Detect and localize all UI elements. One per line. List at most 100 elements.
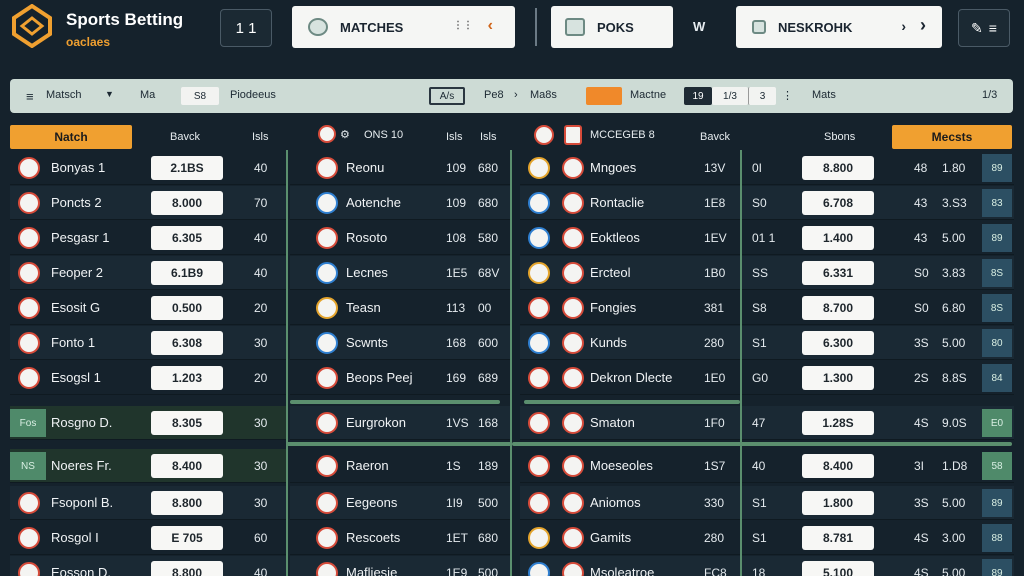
team-row[interactable]: Rontaclie 1E8 [520,186,740,220]
market-row[interactable]: SS 6.331 S0 3.83 8S [742,256,1014,290]
odds-button[interactable]: 0.500 [151,296,223,320]
chevron-right-icon[interactable]: › [901,18,906,34]
market-tag[interactable]: 89 [982,224,1012,252]
odds-button[interactable]: 8.400 [802,454,874,478]
market-row[interactable]: 47 1.28S 4S 9.0S E0 [742,406,1014,440]
match-row[interactable]: Fonto 1 6.308 30 [10,326,286,360]
edit-menu-button[interactable]: ✎ ≡ [958,9,1010,47]
odds-button[interactable]: 1.28S [802,411,874,435]
match-row[interactable]: Pesgasr 1 6.305 40 [10,221,286,255]
odds-button[interactable]: 6.1B9 [151,261,223,285]
market-tag[interactable]: 89 [982,489,1012,517]
odds-button[interactable]: 8.800 [151,491,223,515]
market-tag[interactable]: 8S [982,294,1012,322]
market-row[interactable]: S1 8.781 4S 3.00 88 [742,521,1014,555]
match-row[interactable]: Fos Rosgno D. 8.305 30 [10,406,286,440]
odds-button[interactable]: 8.800 [151,561,223,576]
filter-pisplays[interactable]: Piodeeus [230,89,276,101]
market-row[interactable]: S8 8.700 S0 6.80 8S [742,291,1014,325]
event-row[interactable]: Rescoets 1ET 680 [290,521,510,555]
team-row[interactable]: Aniomos 330 [520,486,740,520]
chevron-left-icon[interactable]: ‹ [488,17,493,35]
event-row[interactable]: Beops Peej 169 689 [290,361,510,395]
team-row[interactable]: Mngoes 13V [520,151,740,185]
odds-button[interactable]: 6.708 [802,191,874,215]
odds-button[interactable]: 6.308 [151,331,223,355]
market-tag[interactable]: 80 [982,329,1012,357]
event-row[interactable]: Aotenche 109 680 [290,186,510,220]
filter-box-1[interactable]: S8 [181,87,219,105]
market-row[interactable]: S1 1.800 3S 5.00 89 [742,486,1014,520]
event-row[interactable]: Lecnes 1E5 68V [290,256,510,290]
odds-button[interactable]: 1.400 [802,226,874,250]
market-row[interactable]: 18 5.100 4S 5.00 89 [742,556,1014,576]
team-row[interactable]: Msoleatroe FC8 [520,556,740,576]
team-row[interactable]: Ercteol 1B0 [520,256,740,290]
market-tag[interactable]: 83 [982,189,1012,217]
filter-peb[interactable]: Pe8 [484,89,504,101]
team-row[interactable]: Fongies 381 [520,291,740,325]
event-row[interactable]: Reonu 109 680 [290,151,510,185]
match-row[interactable]: NS Noeres Fr. 8.400 30 [10,449,286,483]
orange-toggle[interactable] [586,87,622,105]
odds-button[interactable]: E 705 [151,526,223,550]
event-row[interactable]: Mafliesie 1E9 500 [290,556,510,576]
event-row[interactable]: Eegeons 1I9 500 [290,486,510,520]
markets-header-tag[interactable]: Mecsts [892,125,1012,149]
counter-button[interactable]: 1 1 [220,9,272,47]
odds-button[interactable]: 1.300 [802,366,874,390]
odds-button[interactable]: 6.300 [802,331,874,355]
odds-button[interactable]: 2.1BS [151,156,223,180]
market-tag[interactable]: 88 [982,524,1012,552]
match-header-tag[interactable]: Natch [10,125,132,149]
match-row[interactable]: Feoper 2 6.1B9 40 [10,256,286,290]
market-tag[interactable]: 89 [982,559,1012,576]
match-row[interactable]: Eosson D. 8.800 40 [10,556,286,576]
team-row[interactable]: Smaton 1F0 [520,406,740,440]
event-row[interactable]: Rosoto 108 580 [290,221,510,255]
match-row[interactable]: Poncts 2 8.000 70 [10,186,286,220]
odds-button[interactable]: 1.800 [802,491,874,515]
event-row[interactable]: Raeron 1S 189 [290,449,510,483]
tab-1[interactable]: 19 [684,87,712,105]
odds-button[interactable]: 8.000 [151,191,223,215]
event-row[interactable]: Scwnts 168 600 [290,326,510,360]
match-row[interactable]: Fsoponl B. 8.800 30 [10,486,286,520]
match-row[interactable]: Rosgol I E 705 60 [10,521,286,555]
match-row[interactable]: Esogsl 1 1.203 20 [10,361,286,395]
team-row[interactable]: Gamits 280 [520,521,740,555]
odds-button[interactable]: 8.400 [151,454,223,478]
picks-button[interactable]: POKS [551,6,673,48]
match-row[interactable]: Bonyas 1 2.1BS 40 [10,151,286,185]
odds-button[interactable]: 8.305 [151,411,223,435]
odds-button[interactable]: 6.331 [802,261,874,285]
odds-button[interactable]: 5.100 [802,561,874,576]
match-select-chevron-icon[interactable]: ▼ [105,89,114,99]
odds-button[interactable]: 8.781 [802,526,874,550]
event-row[interactable]: Eurgrokon 1VS 168 [290,406,510,440]
filter-mate-2[interactable]: Mats [812,89,836,101]
settings-icon[interactable]: ⚙ [340,128,350,141]
market-tag[interactable]: 84 [982,364,1012,392]
odds-button[interactable]: 6.305 [151,226,223,250]
market-tag[interactable]: 89 [982,154,1012,182]
market-row[interactable]: S1 6.300 3S 5.00 80 [742,326,1014,360]
filter-ma[interactable]: Ma [140,89,155,101]
match-select[interactable]: Matsch [46,89,81,101]
market-row[interactable]: 0I 8.800 48 1.80 89 [742,151,1014,185]
market-tag[interactable]: E0 [982,409,1012,437]
odds-button[interactable]: 8.800 [802,156,874,180]
team-row[interactable]: Eoktleos 1EV [520,221,740,255]
tab-3[interactable]: 3 [748,87,776,105]
team-row[interactable]: Moeseoles 1S7 [520,449,740,483]
tab-2[interactable]: 1/3 [712,87,748,105]
network-dropdown[interactable]: NESKROHK › › [736,6,942,48]
team-row[interactable]: Kunds 280 [520,326,740,360]
filter-box-2[interactable]: A/s [429,87,465,105]
odds-button[interactable]: 1.203 [151,366,223,390]
match-row[interactable]: Esosit G 0.500 20 [10,291,286,325]
market-tag[interactable]: 8S [982,259,1012,287]
market-row[interactable]: 40 8.400 3I 1.D8 58 [742,449,1014,483]
market-tag[interactable]: 58 [982,452,1012,480]
team-row[interactable]: Dekron Dlecte 1E0 [520,361,740,395]
